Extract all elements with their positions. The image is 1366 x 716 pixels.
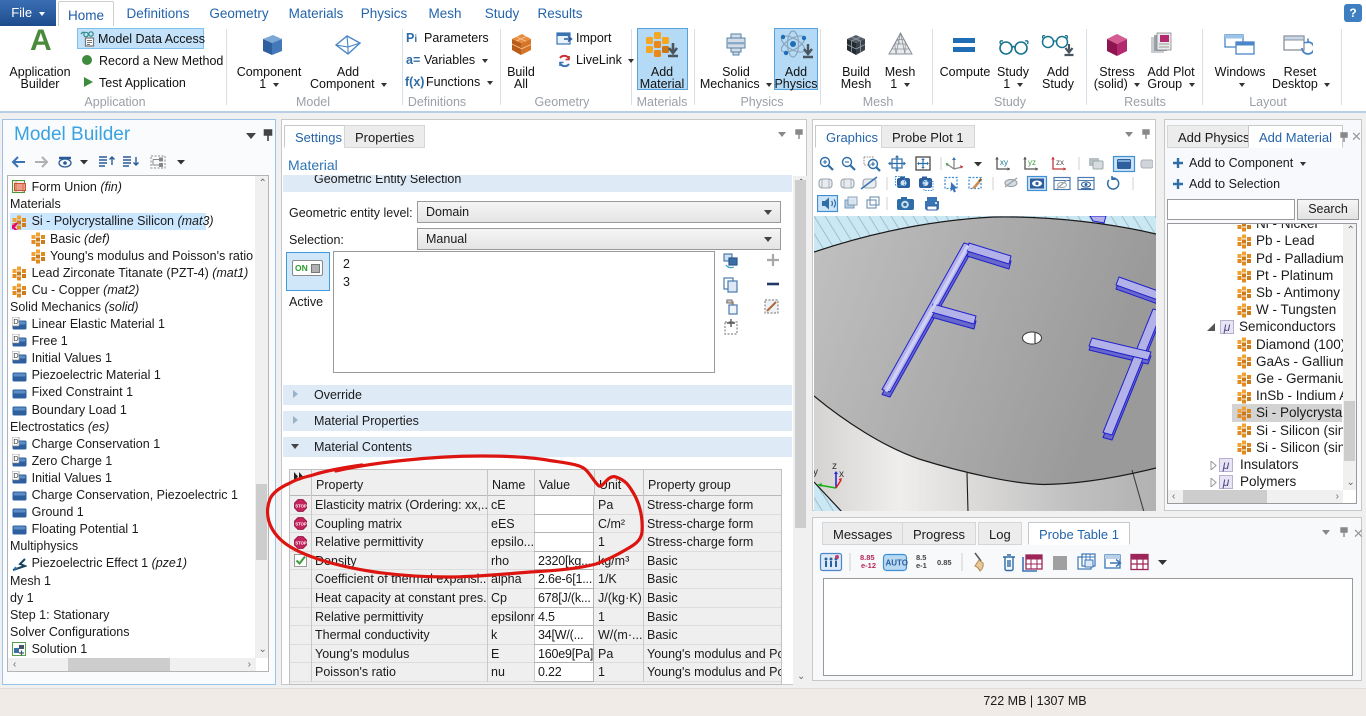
svg-text:z: z xyxy=(832,461,837,472)
svg-text:yz: yz xyxy=(1028,158,1036,167)
svg-text:D: D xyxy=(13,317,19,326)
svg-text:e-1: e-1 xyxy=(916,561,927,570)
svg-text:e-12: e-12 xyxy=(861,561,876,570)
svg-text:AUTO: AUTO xyxy=(886,559,909,568)
svg-text:D: D xyxy=(13,454,19,463)
svg-text:D: D xyxy=(13,471,19,480)
svg-text:zx: zx xyxy=(1056,158,1064,167)
svg-text:STOP: STOP xyxy=(295,522,307,527)
svg-text:y: y xyxy=(814,467,818,478)
svg-text:0.85: 0.85 xyxy=(937,558,952,567)
svg-text:STOP: STOP xyxy=(295,503,307,508)
svg-text:D: D xyxy=(13,352,19,361)
svg-text:D: D xyxy=(13,437,19,446)
svg-text:xy: xy xyxy=(1000,158,1008,167)
svg-text:STOP: STOP xyxy=(295,540,307,545)
svg-text:D: D xyxy=(13,334,19,343)
